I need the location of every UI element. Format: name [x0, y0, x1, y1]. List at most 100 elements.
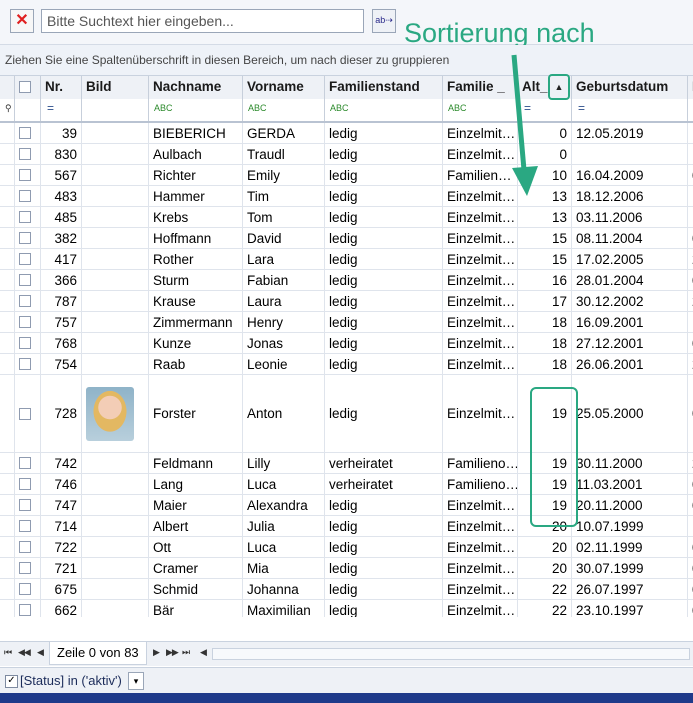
cell-alter: 17: [518, 291, 572, 311]
clear-search-button[interactable]: ✕: [10, 9, 34, 33]
column-header-nachname[interactable]: Nachname: [149, 76, 243, 99]
cell-bild: [82, 600, 149, 617]
column-header-extra[interactable]: B: [688, 76, 693, 99]
table-row[interactable]: 757 Zimmermann Henry ledig Einzelmit… 18 16.09…: [0, 312, 693, 333]
row-checkbox[interactable]: [19, 457, 31, 469]
filter-cell-familie[interactable]: ABC: [443, 99, 518, 121]
filter-row-pin-icon[interactable]: ⚲: [0, 99, 15, 121]
table-row[interactable]: 417 Rother Lara ledig Einzelmit… 15 17.02.2005…: [0, 249, 693, 270]
filter-cell-nachname[interactable]: ABC: [149, 99, 243, 121]
row-checkbox[interactable]: [19, 358, 31, 370]
next-page-button[interactable]: ▶▶: [166, 647, 179, 658]
column-header-vorname[interactable]: Vorname: [243, 76, 325, 99]
column-header-familienstand[interactable]: Familienstand: [325, 76, 443, 99]
checkbox-icon[interactable]: [19, 81, 31, 94]
column-header-bild[interactable]: Bild: [82, 76, 149, 99]
group-panel[interactable]: Ziehen Sie eine Spaltenüberschrift in di…: [0, 45, 693, 76]
next-row-button[interactable]: ▶: [153, 647, 160, 658]
row-checkbox[interactable]: [19, 253, 31, 265]
table-row[interactable]: 662 Bär Maximilian ledig Einzelmit… 22 23.10.1…: [0, 600, 693, 617]
table-row[interactable]: 39 BIEBERICH GERDA ledig Einzelmit… 0 12.05.20…: [0, 123, 693, 144]
filter-enabled-checkbox[interactable]: ✓: [5, 675, 18, 688]
table-row[interactable]: 728 Forster Anton ledig Einzelmit… 19 25.05.20…: [0, 375, 693, 453]
cell-nachname: BIEBERICH: [149, 123, 243, 143]
cell-alter: 0: [518, 123, 572, 143]
sort-ascending-icon[interactable]: ▲: [548, 74, 570, 100]
row-checkbox[interactable]: [19, 583, 31, 595]
first-page-button[interactable]: ⏮: [4, 647, 12, 658]
column-header-nr[interactable]: Nr.: [41, 76, 82, 99]
row-checkbox[interactable]: [19, 274, 31, 286]
search-input[interactable]: [41, 9, 364, 33]
row-checkbox[interactable]: [19, 541, 31, 553]
filter-cell-vorname[interactable]: ABC: [243, 99, 325, 121]
cell-vorname: Luca: [243, 537, 325, 557]
row-checkbox[interactable]: [19, 337, 31, 349]
cell-nr: 747: [41, 495, 82, 515]
row-select-cell: [15, 474, 41, 494]
table-row[interactable]: 722 OttLucaledigEinzelmit…2002.11.19990: [0, 537, 693, 558]
row-checkbox[interactable]: [19, 148, 31, 160]
row-checkbox[interactable]: [19, 316, 31, 328]
select-all-checkbox[interactable]: [15, 76, 41, 99]
cell-familienstand: ledig: [325, 165, 443, 185]
table-row[interactable]: 366 Sturm Fabian ledig Einzelmit… 16 28.01.200…: [0, 270, 693, 291]
filter-expression[interactable]: [Status] in ('aktiv'): [20, 673, 122, 688]
scroll-left-button[interactable]: ◀: [200, 647, 207, 658]
cell-familie: Einzelmit…: [443, 207, 518, 227]
table-row[interactable]: 382 Hoffmann David ledig Einzelmit… 15 08.11.2…: [0, 228, 693, 249]
filter-dropdown-button[interactable]: ▾: [128, 672, 144, 690]
prev-page-button[interactable]: ◀◀: [18, 647, 31, 658]
filter-cell-geburtsdatum[interactable]: =: [572, 99, 688, 121]
row-checkbox[interactable]: [19, 499, 31, 511]
row-checkbox[interactable]: [19, 478, 31, 490]
table-row[interactable]: 787 Krause Laura ledig Einzelmit… 17 30.12.200…: [0, 291, 693, 312]
table-row[interactable]: 714 Albert Julia ledig Einzelmit… 20 10.07.199…: [0, 516, 693, 537]
horizontal-scrollbar[interactable]: [212, 648, 690, 660]
filter-cell-alter[interactable]: =: [518, 99, 572, 121]
row-indicator-header[interactable]: [0, 76, 15, 99]
table-row[interactable]: 675 Schmid Johanna ledig Einzelmit… 22 26.07.1…: [0, 579, 693, 600]
table-row[interactable]: 754 Raab Leonie ledig Einzelmit… 18 26.06.2001…: [0, 354, 693, 375]
cell-nr: 754: [41, 354, 82, 374]
table-row[interactable]: 483 HammerTimledigEinzelmit…1318.12.20061: [0, 186, 693, 207]
row-indicator: [0, 495, 15, 515]
row-checkbox[interactable]: [19, 295, 31, 307]
table-row[interactable]: 485 KrebsTomledigEinzelmit…1303.11.20061: [0, 207, 693, 228]
table-row[interactable]: 768 Kunze Jonas ledig Einzelmit… 18 27.12.2001…: [0, 333, 693, 354]
cell-alter: 20: [518, 537, 572, 557]
table-row[interactable]: 746 Lang Luca verheiratet Familieno… 19 11.03.…: [0, 474, 693, 495]
row-select-cell: [15, 453, 41, 473]
table-row[interactable]: 721 CramerMialedigEinzelmit…2030.07.19990: [0, 558, 693, 579]
row-indicator: [0, 333, 15, 353]
row-checkbox[interactable]: [19, 169, 31, 181]
filter-cell-bild[interactable]: [82, 99, 149, 121]
pager-bar: ⏮ ◀◀ ◀ Zeile 0 von 83 ▶ ▶▶ ⏭ ◀: [0, 641, 693, 666]
column-header-familie[interactable]: Familie _: [443, 76, 518, 99]
column-header-geburtsdatum[interactable]: Geburtsdatum: [572, 76, 688, 99]
row-checkbox[interactable]: [19, 520, 31, 532]
filter-cell-nr[interactable]: =: [41, 99, 82, 121]
last-page-button[interactable]: ⏭: [182, 647, 190, 658]
table-row[interactable]: 567 Richter Emily ledig Familien… 10 16.04.200…: [0, 165, 693, 186]
cell-familienstand: ledig: [325, 144, 443, 164]
table-row[interactable]: 747 Maier Alexandra ledig Einzelmit… 19 20.11.…: [0, 495, 693, 516]
row-checkbox[interactable]: [19, 190, 31, 202]
cell-geburtsdatum: 20.11.2000: [572, 495, 688, 515]
cell-familienstand: ledig: [325, 375, 443, 452]
row-checkbox[interactable]: [19, 562, 31, 574]
table-row[interactable]: 742 Feldmann Lilly verheiratet Familieno… 19 3…: [0, 453, 693, 474]
cell-familie: Einzelmit…: [443, 186, 518, 206]
prev-row-button[interactable]: ◀: [37, 647, 44, 658]
table-row[interactable]: 830 Aulbach Traudl ledig Einzelmit… 0: [0, 144, 693, 165]
filter-cell-select[interactable]: [15, 99, 41, 121]
row-checkbox[interactable]: [19, 407, 31, 420]
cell-nr: 39: [41, 123, 82, 143]
search-options-button[interactable]: ab⇢: [372, 9, 396, 33]
row-checkbox[interactable]: [19, 127, 31, 139]
filter-cell-familienstand[interactable]: ABC: [325, 99, 443, 121]
row-checkbox[interactable]: [19, 604, 31, 616]
filter-cell-extra[interactable]: [688, 99, 693, 121]
row-checkbox[interactable]: [19, 232, 31, 244]
row-checkbox[interactable]: [19, 211, 31, 223]
